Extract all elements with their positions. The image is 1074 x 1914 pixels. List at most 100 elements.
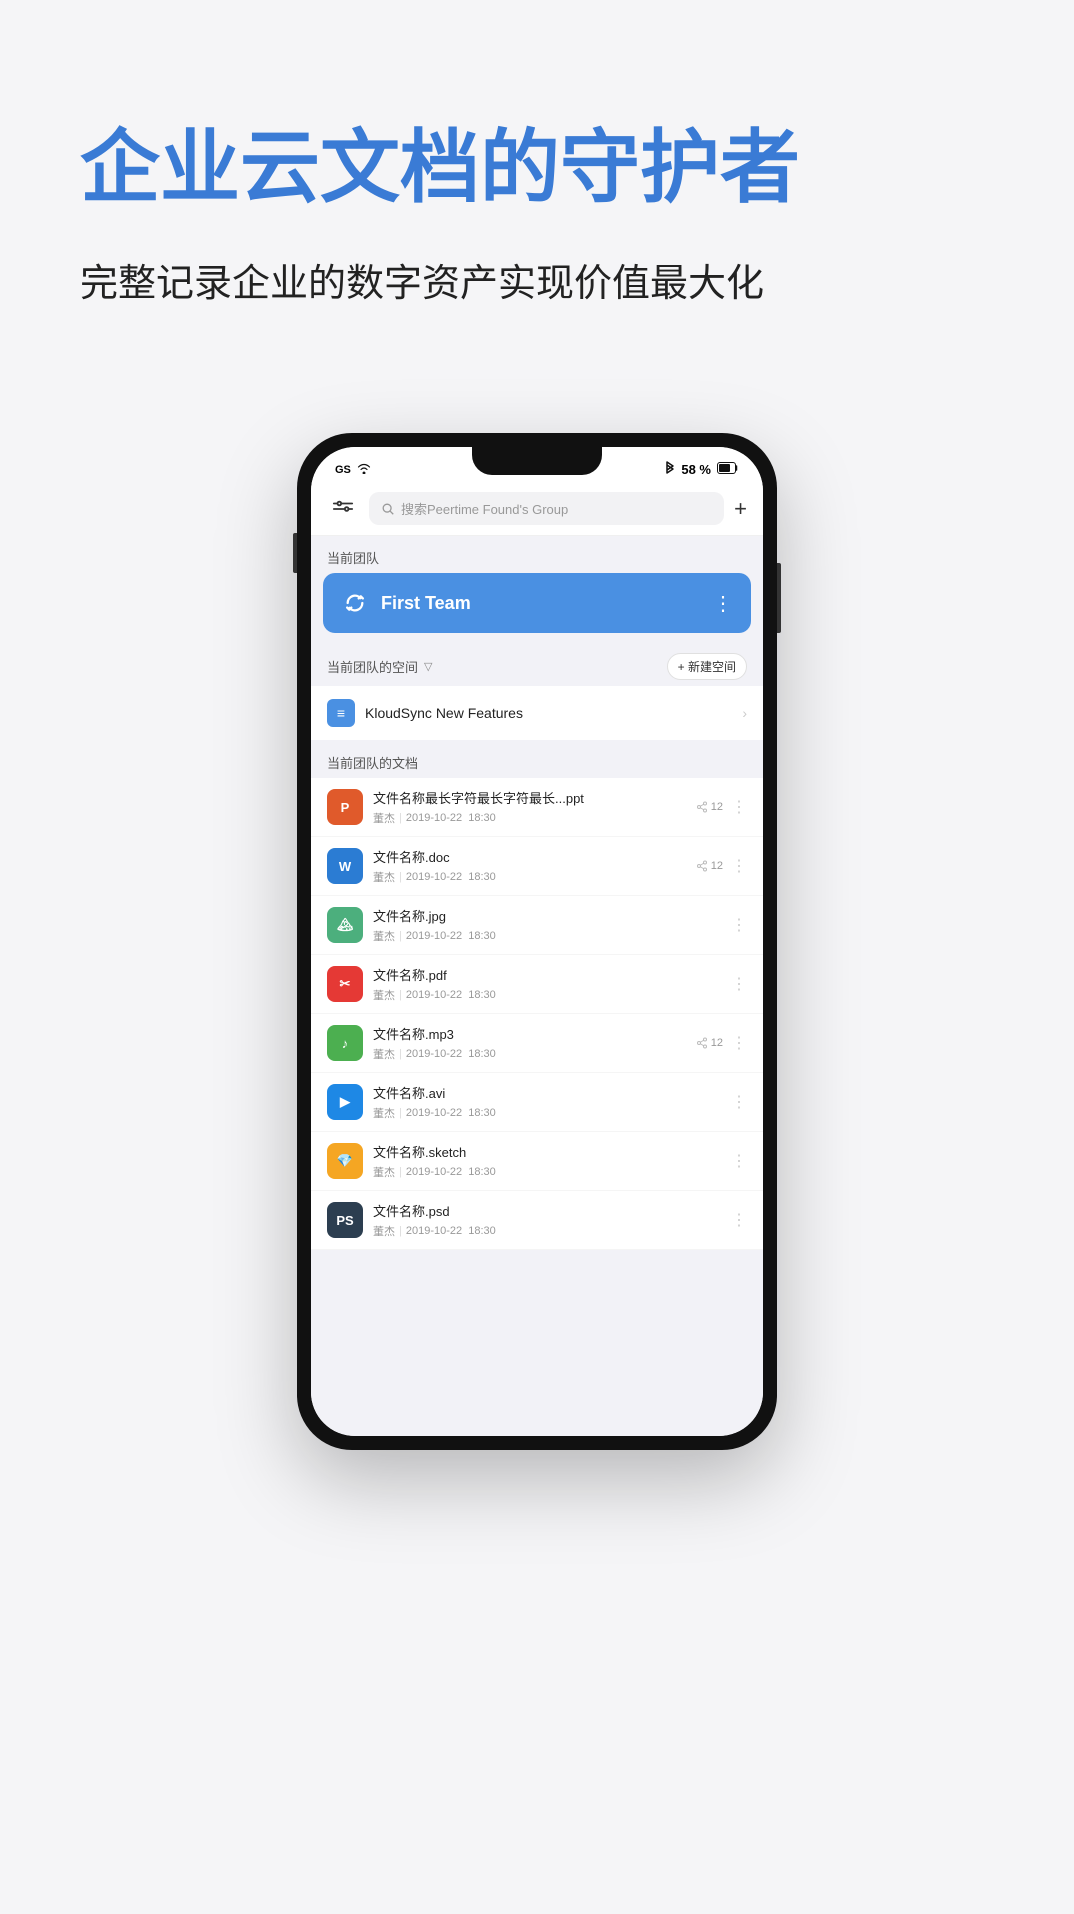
team-card[interactable]: First Team ⋮ — [323, 573, 751, 633]
doc-meta: 董杰 | 2019-10-22 18:30 — [373, 1105, 721, 1121]
doc-right: ⋮ — [731, 974, 747, 994]
carrier-label: GS — [335, 464, 351, 476]
doc-more-button[interactable]: ⋮ — [731, 797, 747, 817]
doc-date: 2019-10-22 18:30 — [406, 871, 496, 883]
doc-meta: 董杰 | 2019-10-22 18:30 — [373, 1046, 686, 1062]
doc-date: 2019-10-22 18:30 — [406, 1107, 496, 1119]
doc-author: 董杰 — [373, 1105, 395, 1121]
doc-info: 文件名称.pdf 董杰 | 2019-10-22 18:30 — [373, 965, 721, 1003]
doc-author: 董杰 — [373, 987, 395, 1003]
doc-date: 2019-10-22 18:30 — [406, 930, 496, 942]
doc-icon-avi: ▶ — [327, 1084, 363, 1120]
doc-more-button[interactable]: ⋮ — [731, 1033, 747, 1053]
doc-icon-doc: W — [327, 848, 363, 884]
doc-info: 文件名称.avi 董杰 | 2019-10-22 18:30 — [373, 1083, 721, 1121]
docs-list: P 文件名称最长字符最长字符最长...ppt 董杰 | 2019-10-22 1… — [311, 778, 763, 1250]
doc-info: 文件名称最长字符最长字符最长...ppt 董杰 | 2019-10-22 18:… — [373, 788, 686, 826]
doc-date: 2019-10-22 18:30 — [406, 1166, 496, 1178]
doc-name: 文件名称.sketch — [373, 1142, 721, 1161]
doc-share-count: 12 — [696, 801, 723, 813]
doc-item[interactable]: ▶ 文件名称.avi 董杰 | 2019-10-22 18:30 ⋮ — [311, 1073, 763, 1132]
chevron-right-icon: › — [742, 705, 747, 721]
doc-info: 文件名称.mp3 董杰 | 2019-10-22 18:30 — [373, 1024, 686, 1062]
doc-item[interactable]: P 文件名称最长字符最长字符最长...ppt 董杰 | 2019-10-22 1… — [311, 778, 763, 837]
doc-name: 文件名称.avi — [373, 1083, 721, 1102]
doc-right: 12 ⋮ — [696, 1033, 747, 1053]
doc-meta: 董杰 | 2019-10-22 18:30 — [373, 1223, 721, 1239]
doc-item[interactable]: PS 文件名称.psd 董杰 | 2019-10-22 18:30 ⋮ — [311, 1191, 763, 1250]
space-item[interactable]: ≡ KloudSync New Features › — [311, 686, 763, 740]
space-section-header: 当前团队的空间 ▽ + 新建空间 — [311, 643, 763, 686]
doc-more-button[interactable]: ⋮ — [731, 1151, 747, 1171]
space-filter-icon[interactable]: ▽ — [424, 660, 432, 673]
docs-section-header: 当前团队的文档 — [311, 741, 763, 778]
doc-item[interactable]: 💎 文件名称.sketch 董杰 | 2019-10-22 18:30 ⋮ — [311, 1132, 763, 1191]
doc-meta: 董杰 | 2019-10-22 18:30 — [373, 1164, 721, 1180]
search-bar[interactable]: 搜索Peertime Found's Group — [369, 492, 724, 525]
doc-name: 文件名称.doc — [373, 847, 686, 866]
doc-author: 董杰 — [373, 928, 395, 944]
doc-info: 文件名称.sketch 董杰 | 2019-10-22 18:30 — [373, 1142, 721, 1180]
doc-date: 2019-10-22 18:30 — [406, 989, 496, 1001]
doc-right: ⋮ — [731, 915, 747, 935]
doc-item[interactable]: W 文件名称.doc 董杰 | 2019-10-22 18:30 12 ⋮ — [311, 837, 763, 896]
battery-label: 58 % — [681, 462, 711, 477]
current-team-label: 当前团队 — [311, 536, 763, 573]
doc-author: 董杰 — [373, 869, 395, 885]
doc-icon-psd: PS — [327, 1202, 363, 1238]
doc-name: 文件名称.jpg — [373, 906, 721, 925]
space-item-name: KloudSync New Features — [365, 705, 732, 721]
doc-right: 12 ⋮ — [696, 856, 747, 876]
filter-icon[interactable] — [327, 493, 359, 525]
hero-subtitle: 完整记录企业的数字资产实现价值最大化 — [80, 256, 994, 313]
search-placeholder: 搜索Peertime Found's Group — [401, 499, 568, 518]
phone-notch — [472, 447, 602, 475]
doc-share-count: 12 — [696, 860, 723, 872]
doc-author: 董杰 — [373, 810, 395, 826]
team-more-button[interactable]: ⋮ — [713, 591, 733, 616]
doc-name: 文件名称.psd — [373, 1201, 721, 1220]
doc-right: ⋮ — [731, 1210, 747, 1230]
app-body: 当前团队 First Team ⋮ — [311, 536, 763, 1436]
doc-more-button[interactable]: ⋮ — [731, 1092, 747, 1112]
status-right: 58 % — [665, 461, 739, 478]
doc-icon-pdf: ✂ — [327, 966, 363, 1002]
bluetooth-icon — [665, 461, 675, 478]
doc-right: ⋮ — [731, 1151, 747, 1171]
team-name: First Team — [381, 593, 701, 614]
app-header: 搜索Peertime Found's Group + — [311, 484, 763, 536]
doc-item[interactable]: 🏔 文件名称.jpg 董杰 | 2019-10-22 18:30 ⋮ — [311, 896, 763, 955]
doc-icon-ppt: P — [327, 789, 363, 825]
doc-meta: 董杰 | 2019-10-22 18:30 — [373, 810, 686, 826]
doc-meta: 董杰 | 2019-10-22 18:30 — [373, 928, 721, 944]
doc-icon-sketch: 💎 — [327, 1143, 363, 1179]
phone-frame: GS 58 % — [297, 433, 777, 1450]
doc-more-button[interactable]: ⋮ — [731, 1210, 747, 1230]
phone-screen: GS 58 % — [311, 447, 763, 1436]
doc-info: 文件名称.psd 董杰 | 2019-10-22 18:30 — [373, 1201, 721, 1239]
space-label: 当前团队的空间 ▽ — [327, 657, 432, 676]
doc-share-count: 12 — [696, 1037, 723, 1049]
doc-name: 文件名称.pdf — [373, 965, 721, 984]
space-item-icon: ≡ — [327, 699, 355, 727]
doc-icon-jpg: 🏔 — [327, 907, 363, 943]
new-space-button[interactable]: + 新建空间 — [667, 653, 747, 680]
phone-wrapper: GS 58 % — [0, 433, 1074, 1510]
doc-author: 董杰 — [373, 1164, 395, 1180]
doc-date: 2019-10-22 18:30 — [406, 812, 496, 824]
status-left: GS — [335, 462, 371, 477]
doc-info: 文件名称.doc 董杰 | 2019-10-22 18:30 — [373, 847, 686, 885]
doc-more-button[interactable]: ⋮ — [731, 856, 747, 876]
doc-meta: 董杰 | 2019-10-22 18:30 — [373, 987, 721, 1003]
doc-item[interactable]: ♪ 文件名称.mp3 董杰 | 2019-10-22 18:30 12 ⋮ — [311, 1014, 763, 1073]
doc-date: 2019-10-22 18:30 — [406, 1048, 496, 1060]
doc-item[interactable]: ✂ 文件名称.pdf 董杰 | 2019-10-22 18:30 ⋮ — [311, 955, 763, 1014]
doc-name: 文件名称最长字符最长字符最长...ppt — [373, 788, 686, 807]
doc-more-button[interactable]: ⋮ — [731, 974, 747, 994]
add-button[interactable]: + — [734, 496, 747, 522]
doc-author: 董杰 — [373, 1046, 395, 1062]
doc-author: 董杰 — [373, 1223, 395, 1239]
doc-icon-mp3: ♪ — [327, 1025, 363, 1061]
doc-more-button[interactable]: ⋮ — [731, 915, 747, 935]
doc-name: 文件名称.mp3 — [373, 1024, 686, 1043]
